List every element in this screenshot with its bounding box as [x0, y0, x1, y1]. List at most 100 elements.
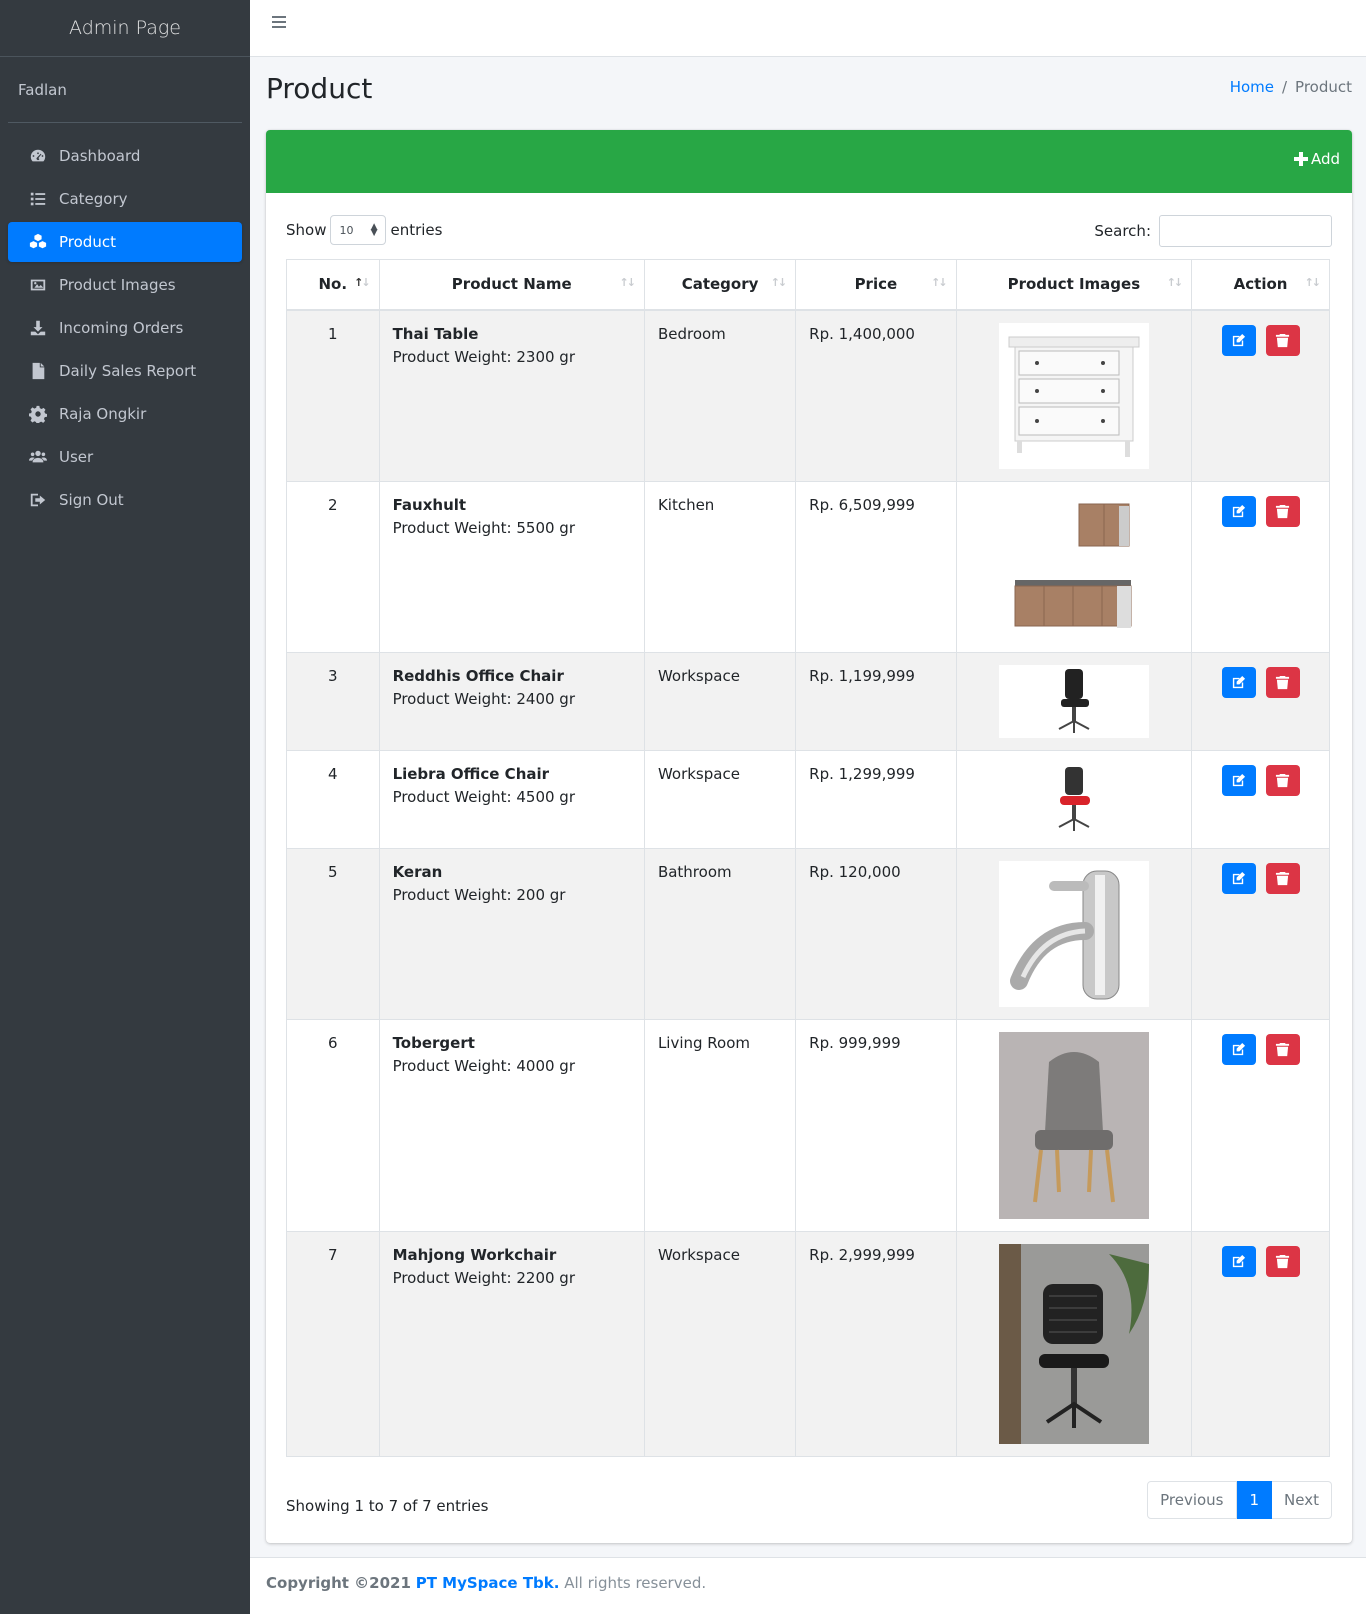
column-header-action[interactable]: Action ↑↓: [1191, 259, 1330, 311]
sidebar-item-user[interactable]: User: [8, 437, 242, 477]
table-row: 2 Fauxhult Product Weight: 5500 gr Kitche…: [286, 480, 1330, 653]
edit-icon: [1232, 1254, 1246, 1267]
search-input[interactable]: [1159, 215, 1332, 247]
column-header-product-images[interactable]: Product Images ↑↓: [955, 259, 1193, 311]
sidebar-item-label: Incoming Orders: [59, 319, 184, 337]
product-card: Add Show 10 ▲ ▼ entries Search: No. ↑↓ Pro…: [266, 130, 1352, 1543]
column-header-label: No.: [318, 275, 348, 294]
sidebar-item-dashboard[interactable]: Dashboard: [8, 136, 242, 176]
sidebar-item-incoming-orders[interactable]: Incoming Orders: [8, 308, 242, 348]
product-image-cell: [955, 309, 1193, 482]
product-weight: Product Weight: 200 gr: [392, 885, 566, 904]
product-name: Reddhis Office Chair: [392, 666, 564, 685]
sidebar-item-category[interactable]: Category: [8, 179, 242, 219]
table-row: 5 Keran Product Weight: 200 gr Bathroom R…: [286, 847, 1330, 1020]
product-weight: Product Weight: 4000 gr: [392, 1056, 575, 1075]
delete-button[interactable]: [1265, 666, 1300, 698]
sidebar-item-label: Daily Sales Report: [59, 362, 197, 380]
hamburger-menu-icon[interactable]: [272, 13, 292, 33]
edit-button[interactable]: [1221, 666, 1256, 698]
sidebar-item-product-images[interactable]: Product Images: [8, 265, 242, 305]
trash-icon: [1276, 504, 1290, 518]
product-price: Rp. 1,299,999: [795, 749, 957, 849]
delete-button[interactable]: [1265, 862, 1300, 894]
delete-button[interactable]: [1265, 324, 1300, 356]
pagination: Previous 1 Next: [1147, 1481, 1332, 1519]
sidebar-item-daily-sales-report[interactable]: Daily Sales Report: [8, 351, 242, 391]
product-name-cell: Mahjong Workchair Product Weight: 2200 gr: [378, 1230, 645, 1457]
plus-icon: [1293, 152, 1308, 166]
delete-button[interactable]: [1265, 495, 1300, 527]
sort-asc-icon: ↑↓: [354, 276, 371, 289]
trash-icon: [1276, 333, 1290, 347]
entries-select[interactable]: 10 ▲ ▼: [330, 215, 387, 245]
sidebar-item-label: Product: [59, 233, 116, 251]
product-category: Workspace: [643, 749, 797, 849]
table-row: 4 Liebra Office Chair Product Weight: 450…: [286, 749, 1330, 849]
add-button[interactable]: Add: [1293, 150, 1340, 168]
product-price: Rp. 6,509,999: [795, 480, 957, 653]
dresser-image: [998, 322, 1149, 469]
edit-button[interactable]: [1221, 764, 1256, 796]
product-category: Bedroom: [643, 309, 797, 482]
product-table: No. ↑↓ Product Name ↑↓ Category ↑↓ Price ↑↓ …: [286, 259, 1330, 1457]
product-weight: Product Weight: 4500 gr: [392, 787, 575, 806]
column-header-product-name[interactable]: Product Name ↑↓: [378, 259, 645, 311]
delete-button[interactable]: [1265, 764, 1300, 796]
product-weight: Product Weight: 2200 gr: [392, 1268, 575, 1287]
column-header-no[interactable]: No. ↑↓: [286, 259, 380, 311]
office-chair-image: [998, 664, 1149, 738]
product-weight: Product Weight: 2300 gr: [392, 347, 575, 366]
sidebar-item-product[interactable]: Product: [8, 222, 242, 262]
column-header-price[interactable]: Price ↑↓: [795, 259, 957, 311]
edit-button[interactable]: [1221, 1245, 1256, 1277]
sort-icon: ↑↓: [931, 276, 948, 289]
armchair-image: [998, 1031, 1149, 1219]
search-box: Search:: [1094, 215, 1332, 247]
product-category: Workspace: [643, 651, 797, 751]
page-1-button[interactable]: 1: [1236, 1481, 1273, 1519]
table-row: 6 Tobergert Product Weight: 4000 gr Livin…: [286, 1018, 1330, 1232]
product-price: Rp. 2,999,999: [795, 1230, 957, 1457]
entries-length: Show 10 ▲ ▼ entries: [286, 215, 442, 245]
product-image-cell: [955, 1018, 1193, 1232]
sidebar-item-sign-out[interactable]: Sign Out: [8, 480, 242, 520]
column-header-category[interactable]: Category ↑↓: [643, 259, 797, 311]
trash-icon: [1276, 675, 1290, 689]
footer-copyright: Copyright ©2021: [266, 1574, 411, 1592]
select-caret-icon: ▲ ▼: [370, 222, 378, 238]
product-name-cell: Thai Table Product Weight: 2300 gr: [378, 309, 645, 482]
list-icon: [27, 189, 49, 209]
kitchen-image: [998, 493, 1149, 640]
brand-title[interactable]: Admin Page: [0, 0, 250, 57]
edit-button[interactable]: [1221, 862, 1256, 894]
user-name[interactable]: Fadlan: [8, 57, 242, 123]
sidebar-item-raja-ongkir[interactable]: Raja Ongkir: [8, 394, 242, 434]
sidebar-item-label: Sign Out: [59, 491, 124, 509]
trash-icon: [1276, 1254, 1290, 1268]
row-number: 4: [286, 749, 380, 849]
row-number: 5: [286, 847, 380, 1020]
page-title: Product: [266, 72, 373, 105]
edit-button[interactable]: [1221, 324, 1256, 356]
sidebar-item-label: User: [59, 448, 94, 466]
cubes-icon: [27, 232, 49, 252]
table-info: Showing 1 to 7 of 7 entries: [286, 1497, 489, 1515]
product-price: Rp. 120,000: [795, 847, 957, 1020]
product-name-cell: Fauxhult Product Weight: 5500 gr: [378, 480, 645, 653]
edit-icon: [1232, 333, 1246, 346]
previous-page-button[interactable]: Previous: [1147, 1481, 1237, 1519]
product-price: Rp. 1,400,000: [795, 309, 957, 482]
edit-button[interactable]: [1221, 495, 1256, 527]
add-button-label: Add: [1310, 150, 1340, 168]
breadcrumb-home-link[interactable]: Home: [1230, 78, 1274, 96]
next-page-button[interactable]: Next: [1272, 1481, 1332, 1519]
sidebar-item-label: Product Images: [59, 276, 176, 294]
delete-button[interactable]: [1265, 1033, 1300, 1065]
product-weight: Product Weight: 2400 gr: [392, 689, 575, 708]
footer-company-link[interactable]: PT MySpace Tbk.: [416, 1574, 560, 1592]
edit-button[interactable]: [1221, 1033, 1256, 1065]
table-row: 3 Reddhis Office Chair Product Weight: 24…: [286, 651, 1330, 751]
office-chair-red-image: [998, 762, 1149, 836]
delete-button[interactable]: [1265, 1245, 1300, 1277]
